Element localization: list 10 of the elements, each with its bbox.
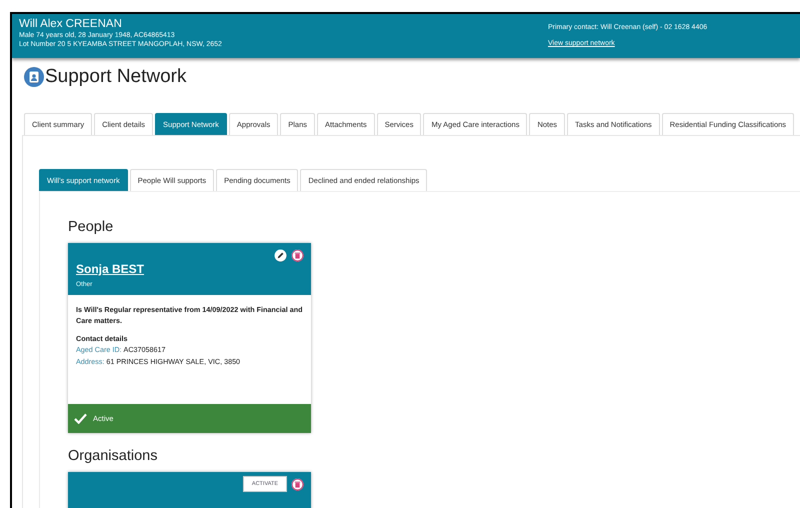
check-icon xyxy=(74,413,87,424)
contact-card-icon xyxy=(24,67,44,87)
person-name-link[interactable]: Sonja BEST xyxy=(76,262,304,276)
client-name: Will Alex CREENAN xyxy=(19,18,123,31)
edit-icon[interactable] xyxy=(274,248,287,262)
delete-icon[interactable] xyxy=(291,478,304,490)
page-title: Support Network xyxy=(45,66,187,88)
section-heading: Organisations xyxy=(68,448,158,464)
delete-icon[interactable] xyxy=(291,248,304,262)
section-heading: People xyxy=(68,219,114,235)
